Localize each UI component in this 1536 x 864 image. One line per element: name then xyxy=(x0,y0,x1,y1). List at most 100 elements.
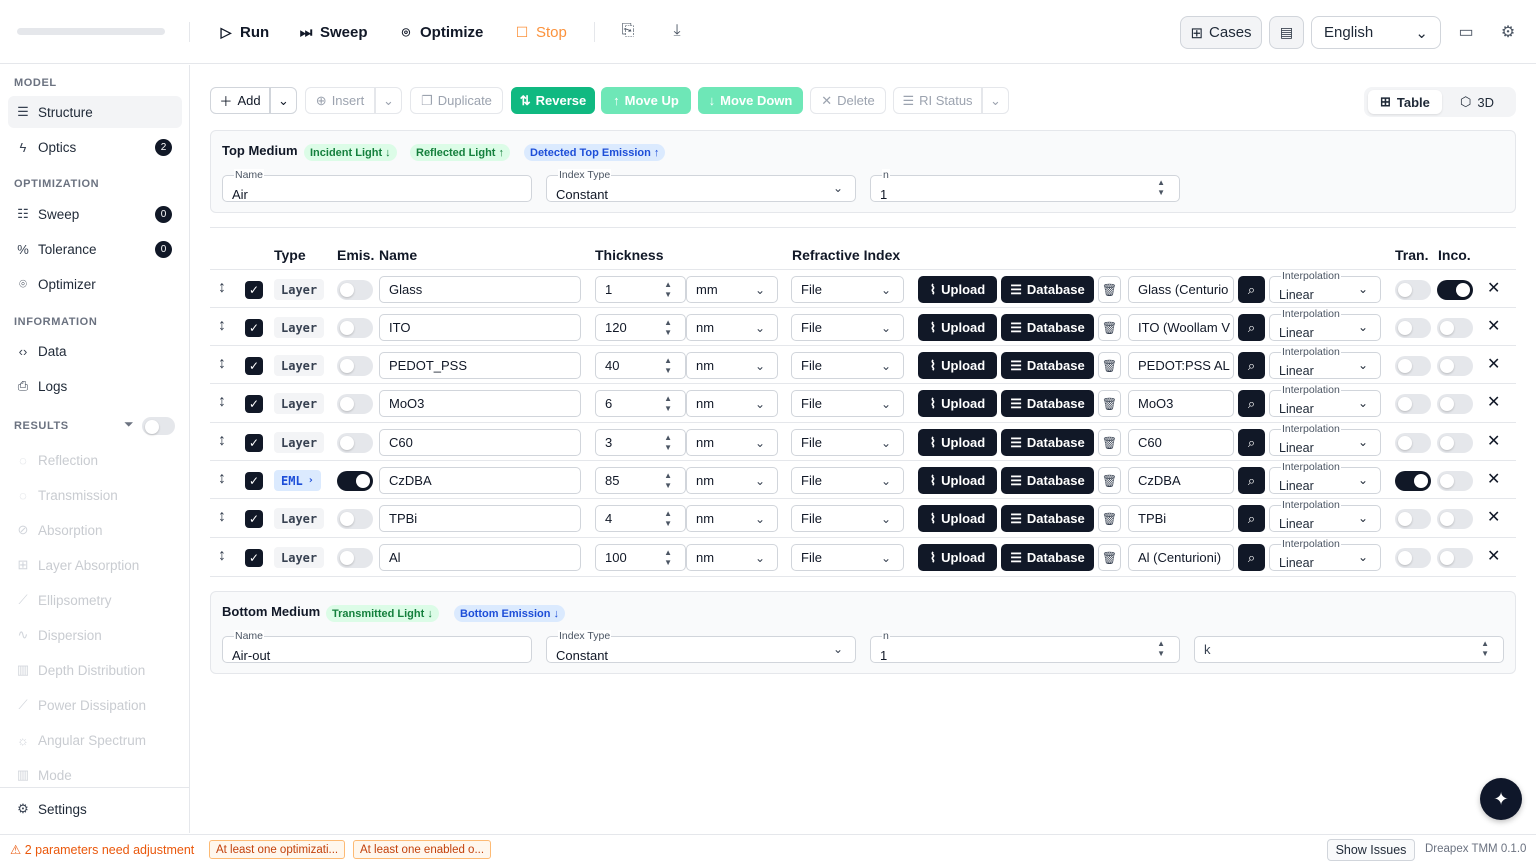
interpolation-select[interactable]: Interpolation Linear ⌄ xyxy=(1269,423,1381,456)
layer-name-input[interactable]: MoO3 xyxy=(379,390,581,417)
layer-enabled-checkbox[interactable]: ✓ xyxy=(245,281,263,299)
stepper-icon[interactable]: ▲ ▼ xyxy=(1157,639,1165,659)
upload-button[interactable]: ⌇ Upload xyxy=(918,505,997,532)
issue-chip[interactable]: At least one enabled o... xyxy=(353,840,492,859)
show-issues-button[interactable]: Show Issues xyxy=(1327,839,1415,861)
incoherent-toggle[interactable] xyxy=(1437,509,1473,529)
emission-toggle[interactable] xyxy=(337,433,373,453)
cases-button[interactable]: ⊞ Cases xyxy=(1180,16,1262,49)
material-input[interactable]: Glass (Centurio xyxy=(1128,276,1234,303)
stepper-icon[interactable]: ▲ ▼ xyxy=(664,318,672,338)
search-icon[interactable]: ⌕ xyxy=(1238,314,1265,341)
interpolation-select[interactable]: Interpolation Linear ⌄ xyxy=(1269,538,1381,571)
ri-source-select[interactable]: File ⌄ xyxy=(791,467,904,494)
emission-toggle[interactable] xyxy=(337,471,373,491)
material-input[interactable]: Al (Centurioni) xyxy=(1128,544,1234,571)
top-medium-name-field[interactable]: Name Air xyxy=(222,169,532,202)
trash-icon[interactable]: 🗑 xyxy=(1098,429,1121,456)
material-input[interactable]: TPBi xyxy=(1128,505,1234,532)
material-input[interactable]: C60 xyxy=(1128,429,1234,456)
upload-button[interactable]: ⌇ Upload xyxy=(918,276,997,303)
layer-name-input[interactable]: TPBi xyxy=(379,505,581,532)
search-icon[interactable]: ⌕ xyxy=(1238,505,1265,532)
stepper-icon[interactable]: ▲ ▼ xyxy=(664,471,672,491)
interpolation-select[interactable]: Interpolation Linear ⌄ xyxy=(1269,461,1381,494)
thickness-unit-select[interactable]: nm ⌄ xyxy=(686,429,778,456)
search-icon[interactable]: ⌕ xyxy=(1238,467,1265,494)
trash-icon[interactable]: 🗑 xyxy=(1098,390,1121,417)
database-button[interactable]: ☰ Database xyxy=(1001,314,1094,341)
thickness-unit-select[interactable]: nm ⌄ xyxy=(686,352,778,379)
incoherent-toggle[interactable] xyxy=(1437,548,1473,568)
database-button[interactable]: ☰ Database xyxy=(1001,505,1094,532)
upload-button[interactable]: ⌇ Upload xyxy=(918,467,997,494)
emission-toggle[interactable] xyxy=(337,548,373,568)
upload-button[interactable]: ⌇ Upload xyxy=(918,352,997,379)
incoherent-toggle[interactable] xyxy=(1437,356,1473,376)
gear-icon[interactable]: ⚙ xyxy=(1498,22,1518,42)
close-icon[interactable]: ✕ xyxy=(1487,469,1500,489)
thickness-unit-select[interactable]: nm ⌄ xyxy=(686,467,778,494)
thickness-unit-select[interactable]: nm ⌄ xyxy=(686,505,778,532)
ri-source-select[interactable]: File ⌄ xyxy=(791,352,904,379)
add-dropdown-button[interactable]: ⌄ xyxy=(270,87,297,114)
trash-icon[interactable]: 🗑 xyxy=(1098,276,1121,303)
thickness-input[interactable]: 40 ▲ ▼ xyxy=(595,352,686,379)
sidebar-item-data[interactable]: ‹› Data xyxy=(8,335,182,367)
layer-enabled-checkbox[interactable]: ✓ xyxy=(245,434,263,452)
stepper-icon[interactable]: ▲ ▼ xyxy=(664,548,672,568)
stepper-icon[interactable]: ▲ ▼ xyxy=(1481,639,1489,659)
ri-source-select[interactable]: File ⌄ xyxy=(791,276,904,303)
drag-handle-icon[interactable]: ↕ xyxy=(218,355,226,373)
emission-toggle[interactable] xyxy=(337,356,373,376)
search-icon[interactable]: ⌕ xyxy=(1238,352,1265,379)
insert-button[interactable]: ⊕ Insert xyxy=(305,87,375,114)
top-medium-n-input[interactable]: n 1 ▲ ▼ xyxy=(870,169,1180,202)
sidebar-item-optimizer[interactable]: ⌾ Optimizer xyxy=(8,268,182,300)
thickness-unit-select[interactable]: nm ⌄ xyxy=(686,544,778,571)
upload-button[interactable]: ⌇ Upload xyxy=(918,429,997,456)
drag-handle-icon[interactable]: ↕ xyxy=(218,432,226,450)
insert-dropdown-button[interactable]: ⌄ xyxy=(375,87,402,114)
tab-3d[interactable]: ⬡ 3D xyxy=(1448,90,1506,114)
interpolation-select[interactable]: Interpolation Linear ⌄ xyxy=(1269,384,1381,417)
upload-button[interactable]: ⌇ Upload xyxy=(918,544,997,571)
database-button[interactable]: ☰ Database xyxy=(1001,429,1094,456)
layer-name-input[interactable]: CzDBA xyxy=(379,467,581,494)
search-icon[interactable]: ⌕ xyxy=(1238,390,1265,417)
database-button[interactable]: ☰ Database xyxy=(1001,276,1094,303)
stepper-icon[interactable]: ▲ ▼ xyxy=(664,433,672,453)
delete-button[interactable]: ✕ Delete xyxy=(810,87,886,114)
upload-button[interactable]: ⌇ Upload xyxy=(918,314,997,341)
sidebar-item-optics[interactable]: ϟ Optics 2 xyxy=(8,131,182,163)
sidebar-item-tolerance[interactable]: % Tolerance 0 xyxy=(8,233,182,265)
search-icon[interactable]: ⌕ xyxy=(1238,276,1265,303)
close-icon[interactable]: ✕ xyxy=(1487,316,1500,336)
download-icon[interactable]: ⤓ xyxy=(667,22,687,40)
transmission-toggle[interactable] xyxy=(1395,356,1431,376)
material-input[interactable]: CzDBA xyxy=(1128,467,1234,494)
thickness-input[interactable]: 100 ▲ ▼ xyxy=(595,544,686,571)
drag-handle-icon[interactable]: ↕ xyxy=(218,547,226,565)
sidebar-item-sweep[interactable]: ☷ Sweep 0 xyxy=(8,198,182,230)
emission-toggle[interactable] xyxy=(337,394,373,414)
drag-handle-icon[interactable]: ↕ xyxy=(218,470,226,488)
material-input[interactable]: MoO3 xyxy=(1128,390,1234,417)
ai-assistant-button[interactable]: ✦ xyxy=(1480,778,1522,820)
transmission-toggle[interactable] xyxy=(1395,509,1431,529)
optimize-button[interactable]: ⌾ Optimize xyxy=(398,20,484,44)
close-icon[interactable]: ✕ xyxy=(1487,546,1500,566)
top-medium-index-type-select[interactable]: Index Type Constant ⌄ xyxy=(546,169,856,202)
emission-toggle[interactable] xyxy=(337,280,373,300)
tab-table[interactable]: ⊞ Table xyxy=(1368,90,1442,114)
move-up-button[interactable]: ↑ Move Up xyxy=(601,87,691,114)
thickness-unit-select[interactable]: nm ⌄ xyxy=(686,314,778,341)
close-icon[interactable]: ✕ xyxy=(1487,278,1500,298)
thickness-input[interactable]: 4 ▲ ▼ xyxy=(595,505,686,532)
incoherent-toggle[interactable] xyxy=(1437,280,1473,300)
trash-icon[interactable]: 🗑 xyxy=(1098,314,1121,341)
layer-enabled-checkbox[interactable]: ✓ xyxy=(245,357,263,375)
ri-source-select[interactable]: File ⌄ xyxy=(791,505,904,532)
layer-type-badge[interactable]: EML › xyxy=(274,470,321,491)
warning-message[interactable]: ⚠ 2 parameters need adjustment xyxy=(10,842,194,857)
